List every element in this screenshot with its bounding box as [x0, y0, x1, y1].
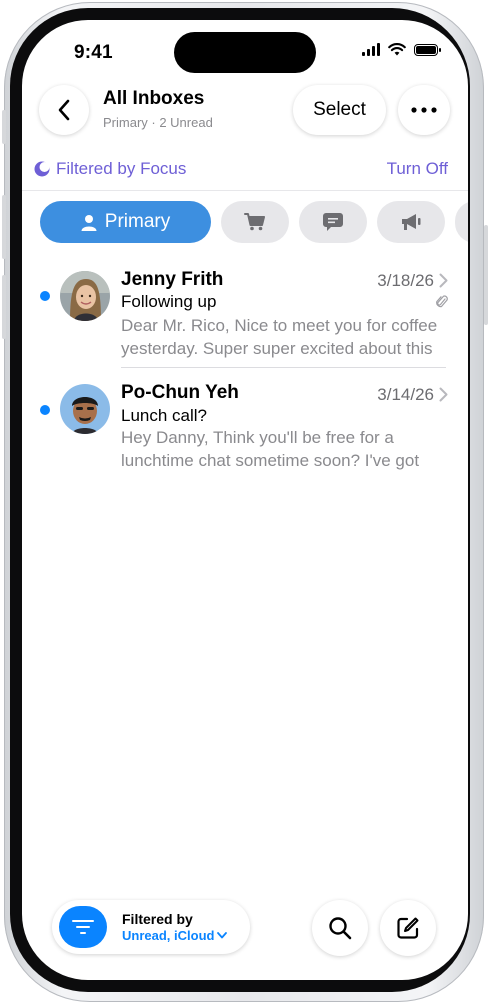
page-subtitle: Primary · 2 Unread [103, 115, 213, 130]
tab-more-partial[interactable] [455, 201, 468, 243]
unread-indicator [40, 405, 50, 415]
message-row[interactable]: Jenny Frith 3/18/26 Following up Dear Mr… [22, 265, 468, 375]
tab-transactions[interactable] [299, 201, 367, 243]
message-subject: Lunch call? [121, 406, 208, 425]
tab-shopping[interactable] [221, 201, 289, 243]
message-sender: Jenny Frith [121, 269, 224, 290]
message-date: 3/18/26 [377, 271, 434, 290]
avatar [60, 384, 110, 434]
status-time: 9:41 [74, 42, 113, 63]
turn-off-button[interactable]: Turn Off [387, 159, 448, 179]
dynamic-island [174, 32, 316, 73]
chevron-left-icon [58, 99, 70, 121]
filter-value[interactable]: Unread, iCloud [122, 928, 228, 943]
message-row[interactable]: Po-Chun Yeh 3/14/26 Lunch call? Hey Dann… [22, 380, 468, 490]
unread-indicator [40, 291, 50, 301]
focus-filter-bar: Filtered by Focus Turn Off [22, 148, 468, 191]
search-button[interactable] [312, 900, 368, 956]
message-subject: Following up [121, 292, 217, 311]
compose-button[interactable] [380, 900, 436, 956]
wifi-icon [388, 43, 406, 56]
focus-label: Filtered by Focus [56, 159, 187, 178]
category-tabs: Primary [40, 201, 468, 243]
tab-primary[interactable]: Primary [40, 201, 211, 243]
chevron-down-icon [217, 932, 228, 939]
cellular-signal-icon [362, 43, 380, 56]
chevron-right-icon [439, 387, 448, 402]
status-icons [362, 43, 441, 56]
screen: 9:41 All Inboxes Primary · 2 Unread Sele… [22, 20, 468, 980]
moon-icon [34, 161, 50, 177]
battery-icon [414, 43, 441, 56]
more-button[interactable] [398, 85, 450, 135]
chevron-right-icon [439, 273, 448, 288]
cart-icon [244, 213, 265, 231]
filter-toggle[interactable] [59, 906, 107, 948]
paperclip-icon [436, 295, 448, 308]
avatar-photo-jenny [60, 271, 110, 321]
mailbox-filter-button[interactable]: Filtered by Unread, iCloud [52, 900, 250, 954]
compose-icon [397, 917, 419, 939]
filter-title: Filtered by [122, 911, 193, 927]
filter-value-label: Unread, iCloud [122, 928, 215, 943]
person-icon [81, 214, 97, 231]
message-date: 3/14/26 [377, 385, 434, 404]
filter-lines-icon [72, 920, 94, 934]
page-title: All Inboxes [103, 88, 205, 109]
focus-indicator: Filtered by Focus [34, 159, 186, 179]
megaphone-icon [402, 214, 421, 230]
avatar-memoji-pochun [60, 384, 110, 434]
message-preview: Hey Danny, Think you'll be free for a lu… [121, 428, 420, 470]
avatar [60, 271, 110, 321]
phone-volume-down [2, 275, 6, 339]
ellipsis-icon [411, 107, 437, 113]
tab-primary-label: Primary [104, 211, 171, 232]
phone-volume-up [2, 195, 6, 259]
phone-power-button [484, 225, 488, 325]
search-icon [329, 917, 352, 940]
message-sender: Po-Chun Yeh [121, 382, 239, 403]
phone-side-button [2, 110, 6, 144]
tab-promotions[interactable] [377, 201, 445, 243]
chat-bubble-icon [323, 213, 343, 231]
message-preview: Dear Mr. Rico, Nice to meet you for coff… [121, 316, 438, 358]
row-divider [121, 367, 446, 368]
back-button[interactable] [39, 85, 89, 135]
select-button[interactable]: Select [293, 85, 386, 135]
